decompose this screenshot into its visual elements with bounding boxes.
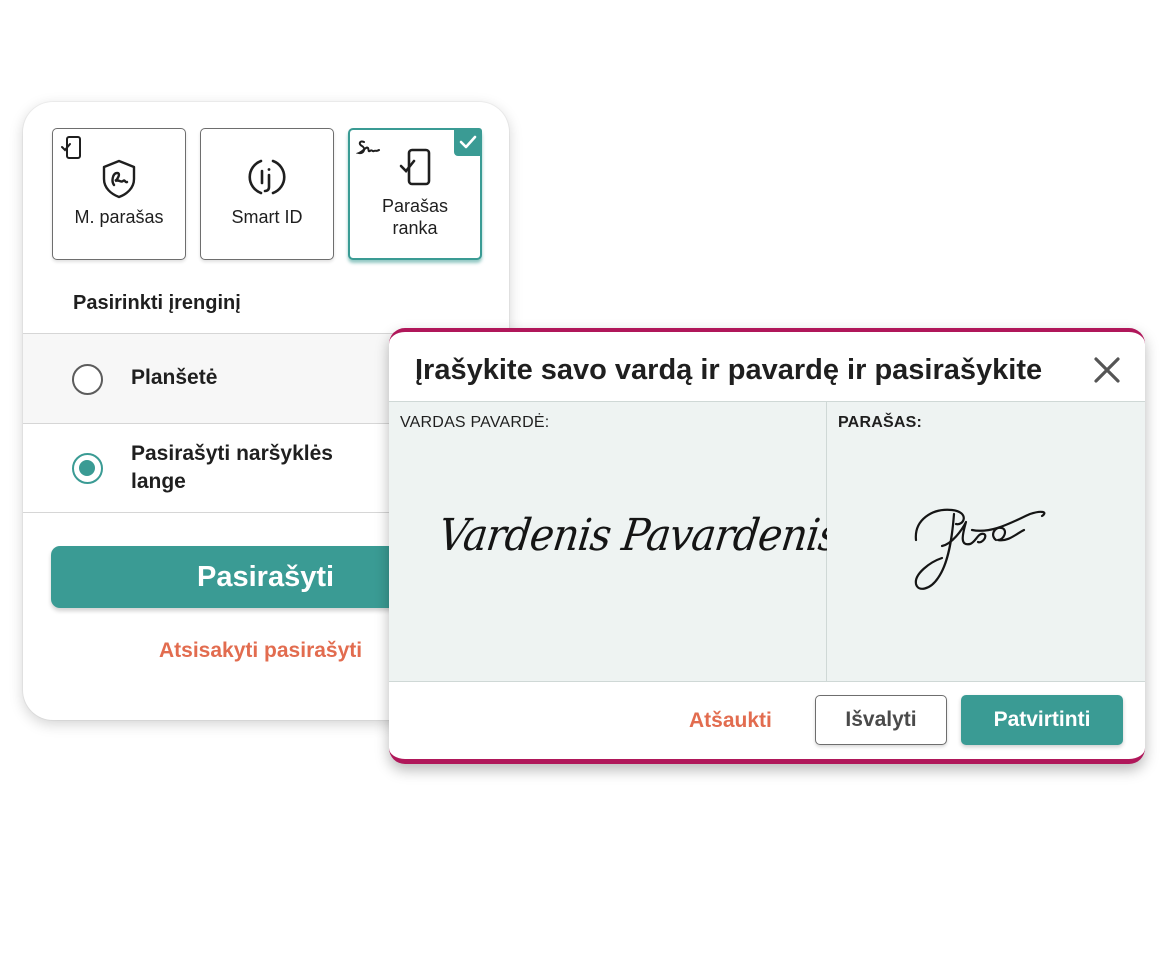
method-smart-id[interactable]: Smart ID [200,128,334,260]
selected-check-icon [454,128,482,156]
device-section-title: Pasirinkti įrenginį [73,292,241,314]
confirm-button[interactable]: Patvirtinti [961,695,1123,745]
method-label: Parašas ranka [381,196,449,238]
name-input-panel[interactable]: VARDAS PAVARDĖ: Vardenis Pavardenis [389,401,842,682]
signature-label: PARAŠAS: [838,414,922,431]
close-icon[interactable] [1092,355,1122,385]
signature-modal: Įrašykite savo vardą ir pavardę ir pasir… [389,328,1145,764]
method-label: Smart ID [231,207,303,227]
mobile-signature-shield-icon [101,159,137,204]
clear-button[interactable]: Išvalyti [815,695,947,745]
name-handwriting: Vardenis Pavardenis [435,510,842,561]
handwriting-icon [355,138,382,163]
tablet-check-icon [398,148,432,193]
device-option-label: Pasirašyti naršyklės lange [131,442,333,493]
name-label: VARDAS PAVARDĖ: [400,414,550,431]
method-label: M. parašas [74,207,164,227]
signature-drawing [914,508,1046,590]
radio-button-selected[interactable] [72,453,103,484]
modal-title: Įrašykite savo vardą ir pavardę ir pasir… [415,354,1043,386]
decline-signing-link[interactable]: Atsisakyti pasirašyti [159,639,362,663]
radio-button[interactable] [72,364,103,395]
signature-pad[interactable]: PARAŠAS: [827,401,1145,682]
method-mobile-signature[interactable]: M. parašas [52,128,186,260]
cancel-button[interactable]: Atšaukti [689,709,772,733]
method-handwritten[interactable]: Parašas ranka [348,128,482,260]
smart-id-icon [247,157,287,202]
phone-check-icon [61,135,83,166]
device-option-label: Planšetė [131,366,218,389]
